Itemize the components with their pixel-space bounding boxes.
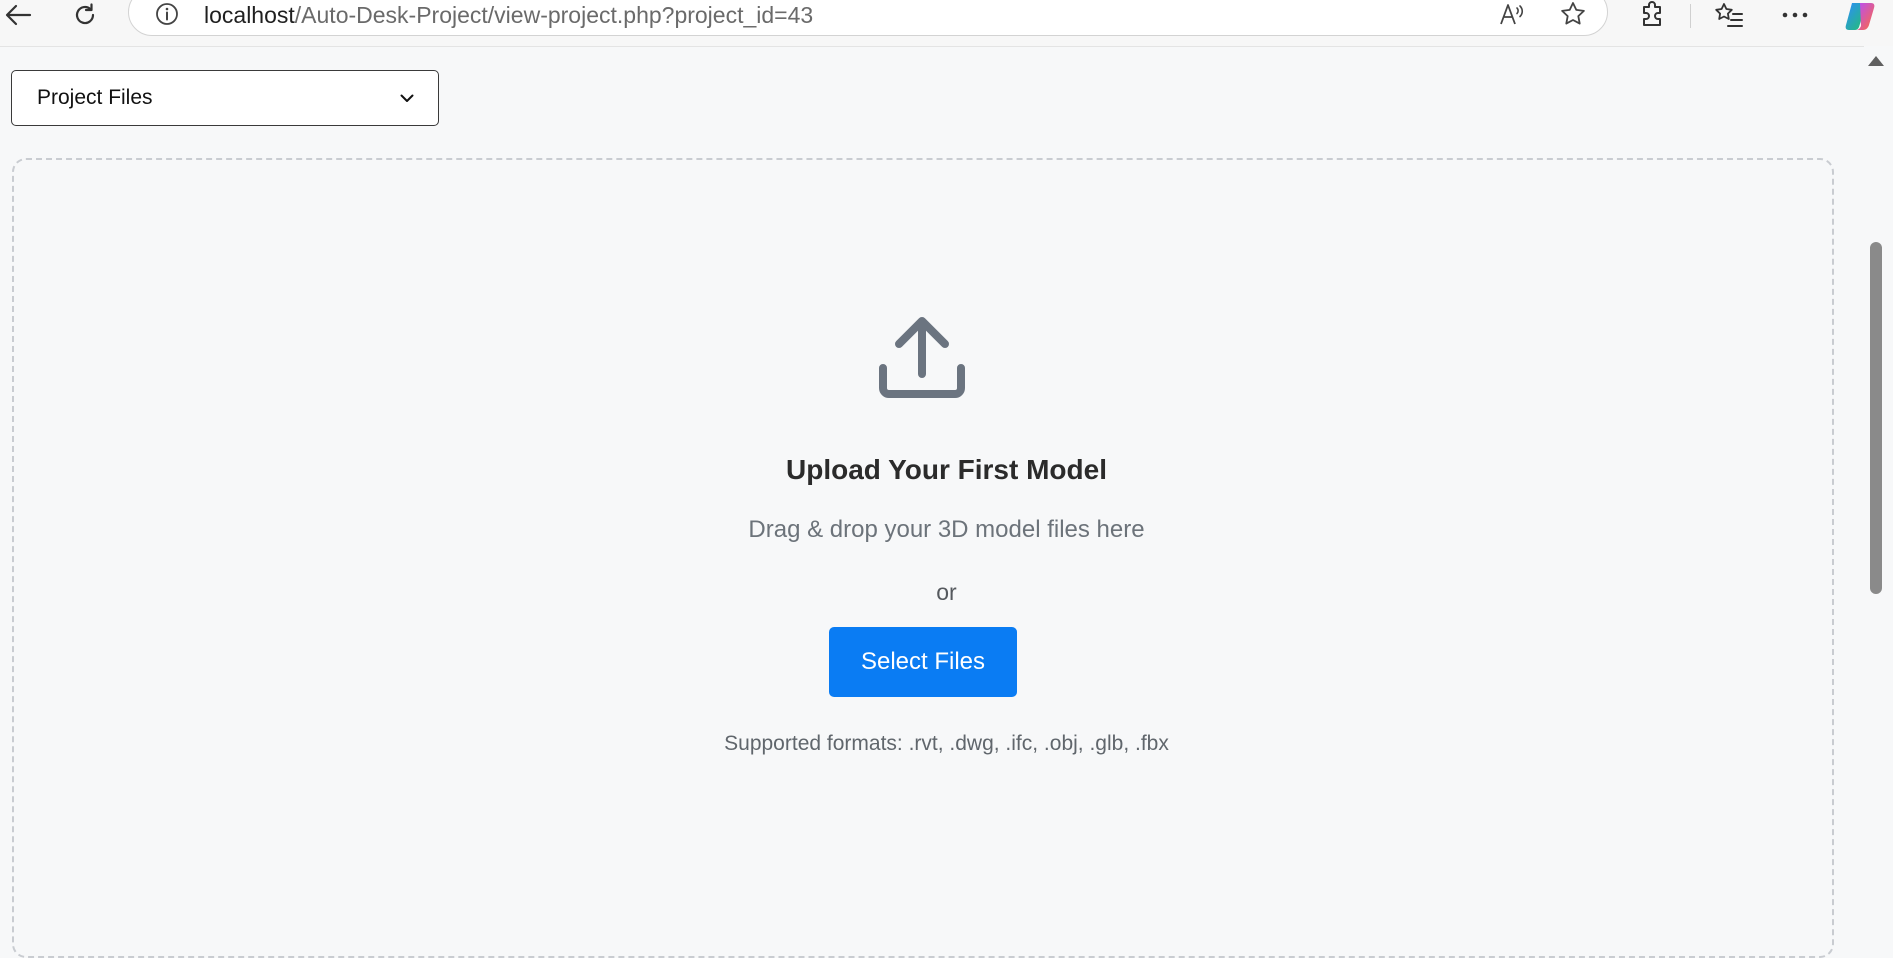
refresh-icon[interactable]	[70, 0, 100, 30]
scrollbar-thumb[interactable]	[1870, 242, 1882, 594]
upload-icon	[875, 316, 969, 400]
favorites-icon[interactable]	[1713, 0, 1745, 30]
favorite-star-icon[interactable]	[1558, 0, 1588, 28]
toolbar-divider	[1690, 4, 1691, 28]
copilot-icon[interactable]	[1843, 0, 1879, 32]
upload-title: Upload Your First Model	[786, 454, 1107, 485]
url-host: localhost	[204, 2, 295, 28]
upload-subtitle: Drag & drop your 3D model files here	[748, 516, 1145, 543]
chevron-down-icon	[400, 94, 414, 103]
site-info-icon[interactable]	[154, 1, 180, 27]
more-icon[interactable]	[1779, 0, 1811, 30]
browser-toolbar: localhost/Auto-Desk-Project/view-project…	[0, 0, 1893, 47]
supported-formats-text: Supported formats: .rvt, .dwg, .ifc, .ob…	[724, 732, 1169, 755]
url-text: localhost/Auto-Desk-Project/view-project…	[204, 2, 813, 29]
or-separator: or	[936, 579, 957, 605]
extensions-icon[interactable]	[1637, 0, 1667, 30]
back-icon[interactable]	[2, 0, 34, 30]
url-path: /Auto-Desk-Project/view-project.php?proj…	[294, 2, 814, 28]
file-drop-zone[interactable]	[12, 158, 1834, 958]
address-bar[interactable]: localhost/Auto-Desk-Project/view-project…	[128, 0, 1608, 36]
scroll-up-arrow-icon[interactable]	[1868, 56, 1884, 66]
dropdown-selected-label: Project Files	[37, 86, 153, 109]
read-aloud-icon[interactable]	[1497, 1, 1527, 27]
select-files-button[interactable]: Select Files	[829, 627, 1017, 697]
project-section-dropdown[interactable]: Project Files	[11, 70, 439, 126]
